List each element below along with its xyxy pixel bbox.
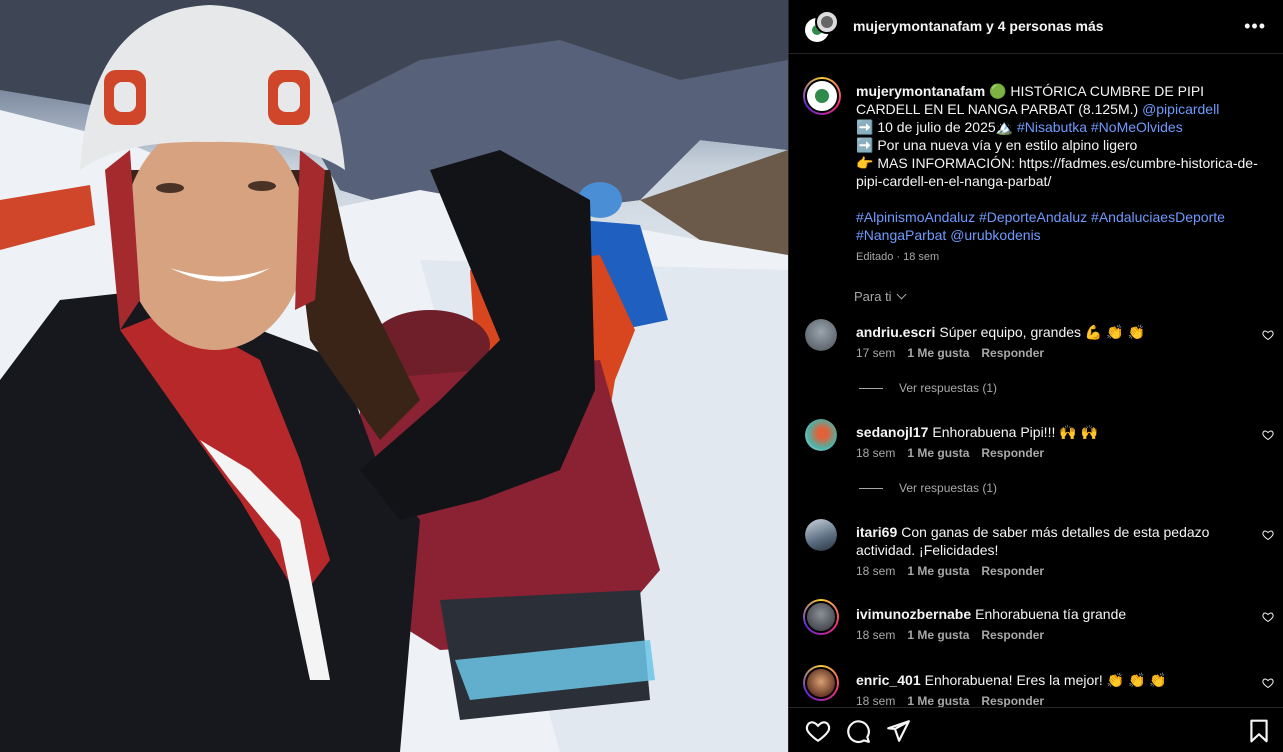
coauthor-avatars[interactable] [803,10,839,46]
avatar[interactable] [805,419,837,451]
author-username[interactable]: mujerymontanafam [853,18,982,34]
comment-likes[interactable]: 1 Me gusta [907,346,969,360]
comment-sort-dropdown[interactable]: Para ti [854,289,907,304]
comment-likes[interactable]: 1 Me gusta [907,446,969,460]
comment-username[interactable]: enric_401 [856,672,921,688]
comment-body: Enhorabuena tía grande [975,606,1127,622]
reply-button[interactable]: Responder [981,564,1044,578]
helmet-vent-left-inner [114,82,136,112]
comment-body: Súper equipo, grandes 💪 👏 👏 [939,324,1145,340]
heart-icon[interactable] [1262,611,1274,623]
heart-icon[interactable] [1262,429,1274,441]
sort-label: Para ti [854,289,892,304]
view-replies-button[interactable]: Ver respuestas (1) [859,381,997,395]
heart-icon[interactable] [1262,529,1274,541]
woman-eye-right [248,181,276,191]
post-photo[interactable] [0,0,788,752]
coauthors-text[interactable]: y 4 personas más [982,18,1104,34]
caption-timestamp: Editado · 18 sem [856,251,940,263]
woman-eye-left [156,183,184,193]
post-authors[interactable]: mujerymontanafam y 4 personas más [853,18,1104,34]
comment-likes[interactable]: 1 Me gusta [907,694,969,707]
post-header: mujerymontanafam y 4 personas más ••• [789,0,1283,54]
caption-info-line: 👉 MAS INFORMACIÓN: https://fadmes.es/cum… [856,155,1258,189]
avatar[interactable] [805,519,837,551]
avatar[interactable] [803,599,839,635]
view-replies-button[interactable]: Ver respuestas (1) [859,481,997,495]
comment-time[interactable]: 18 sem [856,446,895,460]
caption-date-line: ➡️ 10 de julio de 2025🏔️ [856,119,1017,135]
comment-time[interactable]: 18 sem [856,564,895,578]
helmet-vent-right-inner [278,82,300,112]
comment-likes[interactable]: 1 Me gusta [907,564,969,578]
reply-button[interactable]: Responder [981,346,1044,360]
comment-body: Enhorabuena! Eres la mejor! 👏 👏 👏 [924,672,1167,688]
comment-body: Con ganas de saber más detalles de esta … [856,524,1210,558]
bookmark-icon[interactable] [1246,718,1272,744]
comment-username[interactable]: sedanojl17 [856,424,928,440]
avatar [815,10,839,34]
caption-username[interactable]: mujerymontanafam [856,83,985,99]
chevron-down-icon [896,289,907,300]
comment-meta: 18 sem 1 Me gusta Responder [856,628,1056,642]
comment-meta: 18 sem 1 Me gusta Responder [856,446,1056,460]
comment-username[interactable]: andriu.escri [856,324,935,340]
caption-avatar[interactable] [803,77,841,115]
woman-face [123,120,307,350]
comment-meta: 18 sem 1 Me gusta Responder [856,564,1056,578]
view-replies-label: Ver respuestas (1) [899,381,998,395]
comments-scroll-area[interactable]: mujerymontanafam 🟢 HISTÓRICA CUMBRE DE P… [789,55,1283,707]
reply-button[interactable]: Responder [981,694,1044,707]
comment-text: ivimunozbernabe Enhorabuena tía grande [856,605,1241,623]
comment-username[interactable]: ivimunozbernabe [856,606,971,622]
comment-icon[interactable] [845,718,871,744]
avatar[interactable] [805,319,837,351]
mention-link[interactable]: @pipicardell [1142,101,1219,117]
post-sidebar: mujerymontanafam y 4 personas más ••• mu… [788,0,1283,752]
heart-icon[interactable] [1262,677,1274,689]
photo-illustration [0,0,788,752]
comment-text: andriu.escri Súper equipo, grandes 💪 👏 👏 [856,323,1241,341]
heart-icon[interactable] [1262,329,1274,341]
comment-time[interactable]: 18 sem [856,694,895,707]
caption-route-line: ➡️ Por una nueva vía y en estilo alpino … [856,137,1138,153]
heart-icon[interactable] [805,718,831,744]
share-icon[interactable] [885,718,911,744]
comment-time[interactable]: 17 sem [856,346,895,360]
post-caption: mujerymontanafam 🟢 HISTÓRICA CUMBRE DE P… [856,82,1266,244]
more-options-icon[interactable]: ••• [1244,16,1266,37]
comment-username[interactable]: itari69 [856,524,897,540]
comment-body: Enhorabuena Pipi!!! 🙌 🙌 [932,424,1098,440]
hashtag-link[interactable]: #Nisabutka #NoMeOlvides [1017,119,1183,135]
avatar[interactable] [803,665,839,701]
comment-text: itari69 Con ganas de saber más detalles d… [856,523,1241,559]
comment-time[interactable]: 18 sem [856,628,895,642]
comment-text: enric_401 Enhorabuena! Eres la mejor! 👏 👏… [856,671,1241,689]
comment-text: sedanojl17 Enhorabuena Pipi!!! 🙌 🙌 [856,423,1241,441]
reply-button[interactable]: Responder [981,628,1044,642]
post-actions-bar [789,707,1283,752]
comment-likes[interactable]: 1 Me gusta [907,628,969,642]
comment-meta: 17 sem 1 Me gusta Responder [856,346,1056,360]
view-replies-label: Ver respuestas (1) [899,481,998,495]
reply-button[interactable]: Responder [981,446,1044,460]
comment-meta: 18 sem 1 Me gusta Responder [856,694,1056,707]
mention-link[interactable]: @urubkodenis [950,227,1041,243]
